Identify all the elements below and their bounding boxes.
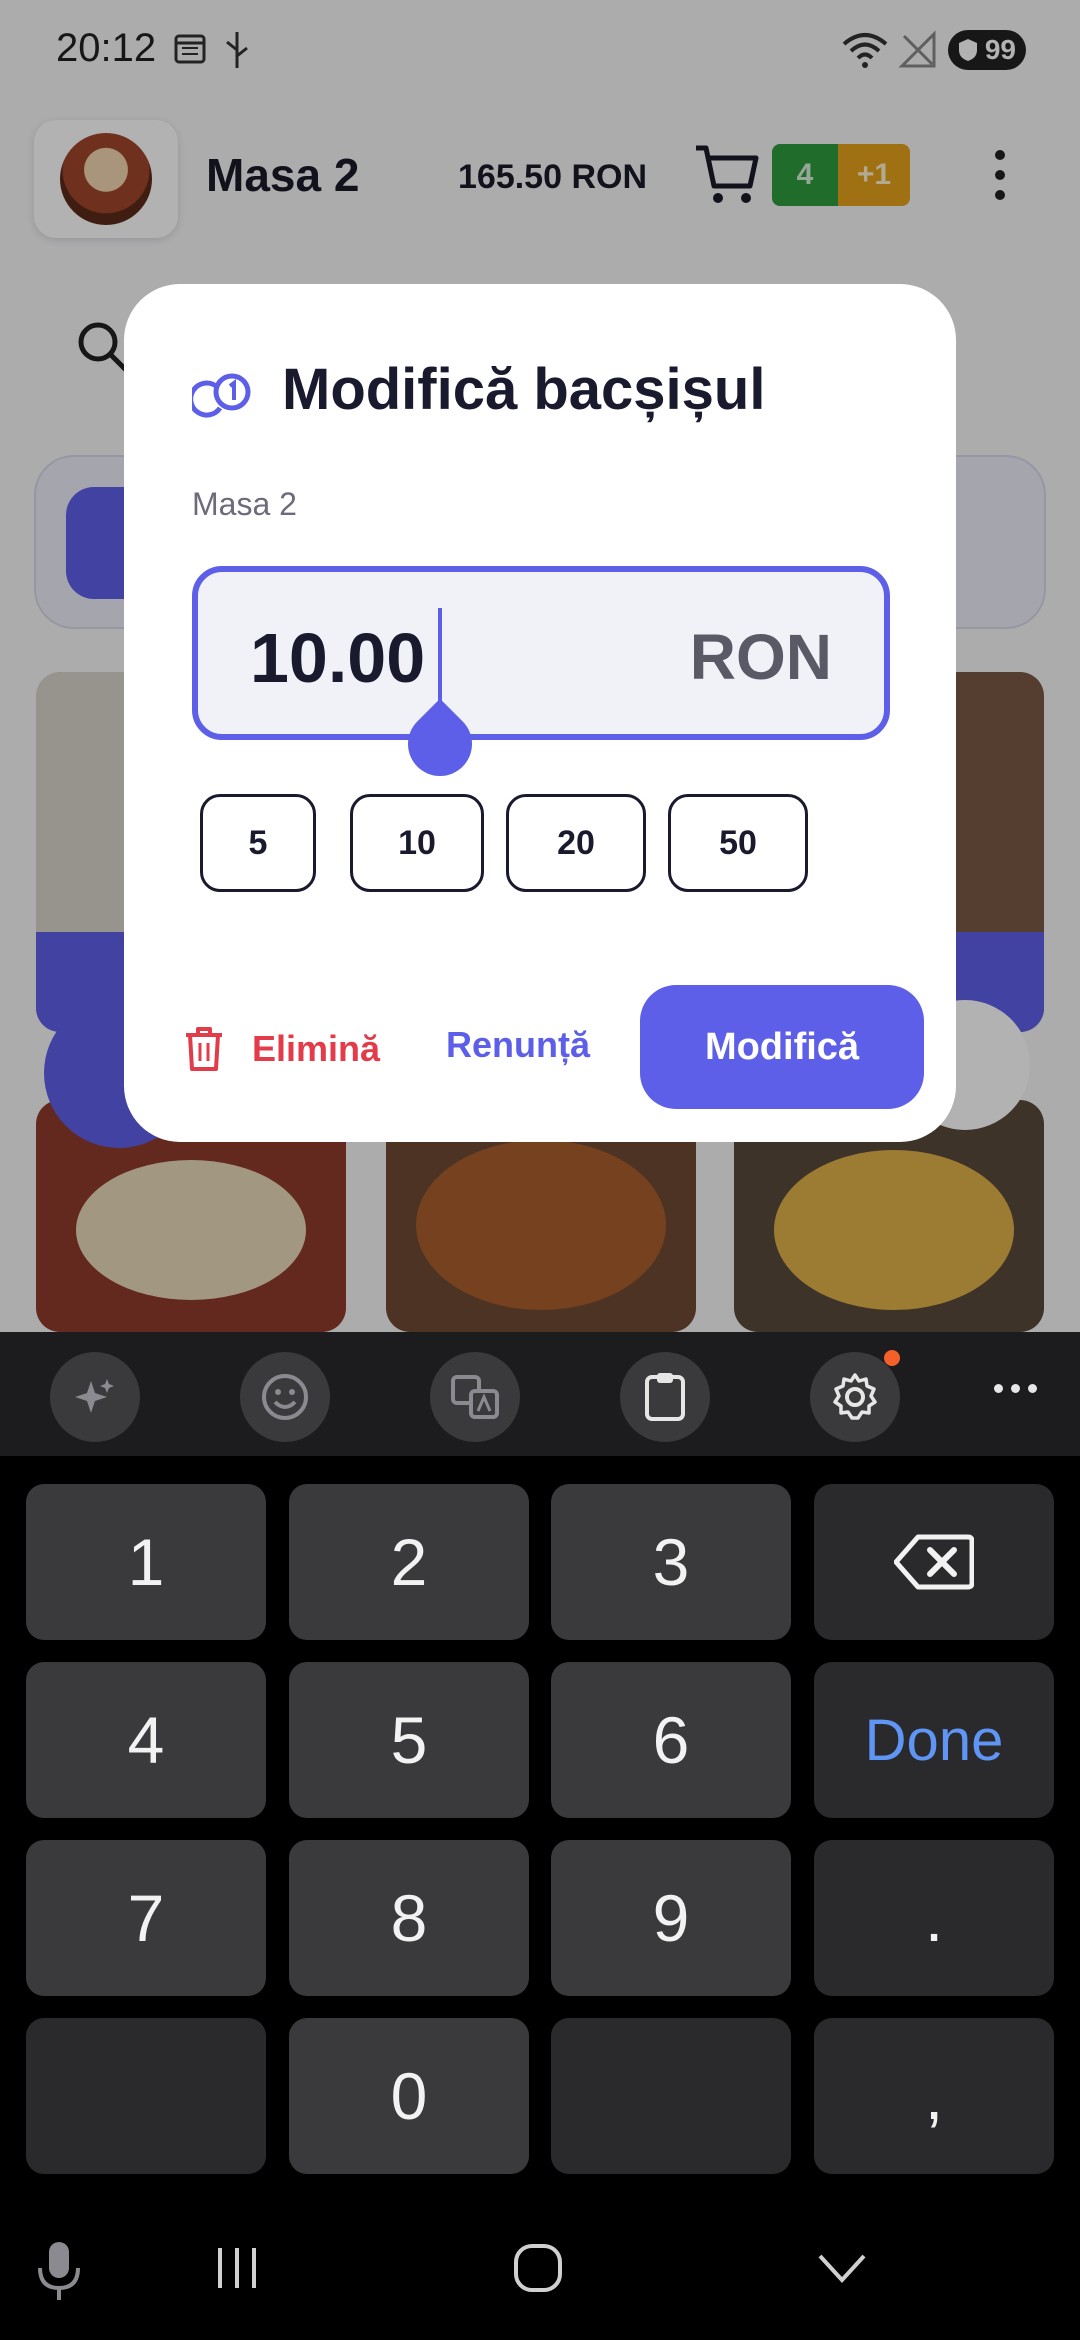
confirm-modify-button[interactable]: Modifică [640,985,924,1109]
quick-amount-10-button[interactable]: 10 [350,794,484,892]
keyboard-toolbar [0,1332,1080,1456]
key-done[interactable]: Done [814,1662,1054,1818]
translate-button[interactable] [430,1352,520,1442]
tip-dialog: Modifică bacșișul Masa 2 10.00 RON 5 10 … [124,284,956,1142]
backspace-icon [894,1534,974,1590]
recent-apps-icon[interactable] [212,2240,262,2296]
key-5[interactable]: 5 [289,1662,529,1818]
coins-icon [192,373,251,418]
key-8[interactable]: 8 [289,1840,529,1996]
currency-label: RON [689,621,832,693]
emoji-button[interactable] [240,1352,330,1442]
cancel-button[interactable]: Renunță [446,1024,590,1066]
key-2[interactable]: 2 [289,1484,529,1640]
key-9[interactable]: 9 [551,1840,791,1996]
notification-dot [884,1350,900,1366]
key-7[interactable]: 7 [26,1840,266,1996]
clipboard-button[interactable] [620,1352,710,1442]
key-backspace[interactable] [814,1484,1054,1640]
home-icon[interactable] [510,2240,566,2296]
delete-label: Elimină [252,1028,381,1069]
quick-amount-50-button[interactable]: 50 [668,794,808,892]
key-comma[interactable]: , [814,2018,1054,2174]
caret-handle[interactable] [394,698,486,790]
keyboard-settings-button[interactable] [810,1352,900,1442]
hide-keyboard-icon[interactable] [814,2240,870,2296]
key-blank-right [551,2018,791,2174]
mic-icon[interactable] [34,2240,84,2304]
emoji-icon [262,1374,308,1420]
clipboard-icon [645,1373,685,1421]
translate-icon [451,1375,499,1419]
key-4[interactable]: 4 [26,1662,266,1818]
quick-amount-5-button[interactable]: 5 [200,794,316,892]
more-icon[interactable] [994,1384,1037,1393]
system-nav-bar [0,2200,1080,2340]
quick-amount-20-button[interactable]: 20 [506,794,646,892]
ai-sparkle-button[interactable] [50,1352,140,1442]
settings-icon [833,1373,877,1420]
key-6[interactable]: 6 [551,1662,791,1818]
delete-tip-button[interactable]: Elimină [184,1014,380,1084]
key-period[interactable]: . [814,1840,1054,1996]
key-blank-left [26,2018,266,2174]
ai-sparkle-icon [75,1379,114,1413]
key-3[interactable]: 3 [551,1484,791,1640]
trash-icon [186,1027,222,1071]
tip-amount-value: 10.00 [250,619,426,697]
tip-amount-input[interactable]: 10.00 RON [192,566,890,790]
dialog-subtitle: Masa 2 [192,486,297,522]
key-0[interactable]: 0 [289,2018,529,2174]
dialog-title: Modifică bacșișul [282,357,766,422]
key-1[interactable]: 1 [26,1484,266,1640]
numeric-keyboard: 1 2 3 4 5 6 Done 7 8 9 . 0 , [0,1456,1080,2200]
